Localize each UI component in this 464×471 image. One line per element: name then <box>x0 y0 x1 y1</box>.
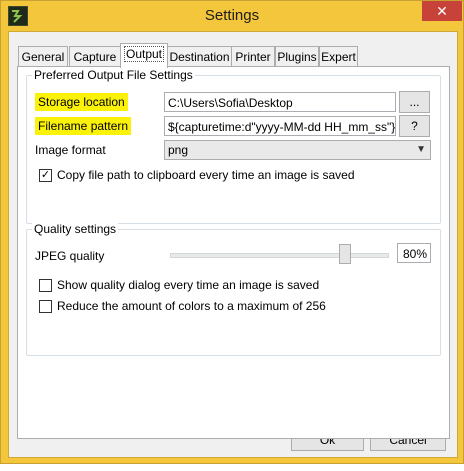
output-settings-legend: Preferred Output File Settings <box>32 68 195 82</box>
tab-label: Capture <box>73 50 117 64</box>
jpeg-quality-label: JPEG quality <box>35 249 105 263</box>
tab-label: Destination <box>169 50 230 64</box>
tab-label: Output <box>123 46 165 62</box>
tab-destination[interactable]: Destination <box>167 46 232 67</box>
title-bar[interactable]: Settings ✕ <box>1 1 463 31</box>
reduce-colors-label: Reduce the amount of colors to a maximum… <box>57 299 326 313</box>
copy-path-label: Copy file path to clipboard every time a… <box>57 168 355 182</box>
close-icon: ✕ <box>436 3 448 19</box>
check-icon: ✓ <box>40 169 51 181</box>
tab-panel-output: Preferred Output File Settings Storage l… <box>17 66 450 439</box>
copy-path-checkbox[interactable]: ✓ <box>39 169 52 182</box>
tab-general[interactable]: General <box>18 46 68 67</box>
tab-capture[interactable]: Capture <box>69 46 121 67</box>
jpeg-quality-slider-track[interactable] <box>170 253 389 258</box>
filename-pattern-label: Filename pattern <box>35 117 132 135</box>
chevron-down-icon: ▼ <box>416 144 426 155</box>
browse-button[interactable]: ... <box>399 91 430 113</box>
tab-plugins[interactable]: Plugins <box>275 46 319 67</box>
tab-label: General <box>21 50 65 64</box>
storage-location-label: Storage location <box>35 93 128 111</box>
filename-pattern-input[interactable]: ${capturetime:d"yyyy-MM-dd HH_mm_ss"}-${… <box>164 116 396 136</box>
image-format-label: Image format <box>35 143 106 157</box>
show-quality-dialog-label: Show quality dialog every time an image … <box>57 278 320 292</box>
show-quality-dialog-checkbox[interactable] <box>39 279 52 292</box>
tab-expert[interactable]: Expert <box>319 46 358 67</box>
image-format-select[interactable]: png ▼ <box>164 140 431 160</box>
close-button[interactable]: ✕ <box>422 1 462 21</box>
settings-window: Settings ✕ General Capture Output Destin… <box>0 0 464 464</box>
tab-printer[interactable]: Printer <box>231 46 275 67</box>
reduce-colors-checkbox[interactable] <box>39 300 52 313</box>
tab-label: Printer <box>235 50 271 64</box>
jpeg-quality-value[interactable]: 80% <box>397 243 431 263</box>
image-format-value: png <box>168 143 189 157</box>
tab-label: Expert <box>321 50 356 64</box>
tab-output[interactable]: Output <box>120 43 168 68</box>
tab-label: Plugins <box>277 50 317 64</box>
window-title: Settings <box>204 7 260 24</box>
jpeg-quality-slider-thumb[interactable] <box>339 244 351 264</box>
storage-location-input[interactable]: C:\Users\Sofia\Desktop <box>164 92 396 112</box>
quality-settings-legend: Quality settings <box>32 222 119 236</box>
dialog-client: General Capture Output Destination Print… <box>8 31 458 458</box>
pattern-help-button[interactable]: ? <box>399 115 430 137</box>
